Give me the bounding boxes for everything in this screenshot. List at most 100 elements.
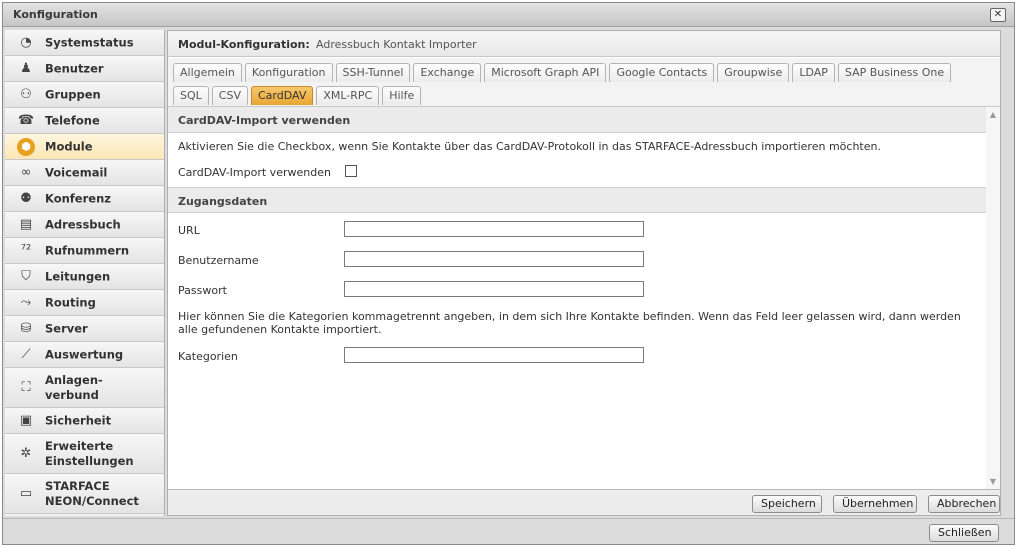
username-label: Benutzername: [178, 254, 259, 267]
save-button[interactable]: Speichern: [752, 495, 822, 513]
lines-icon: ⛉: [21, 269, 31, 284]
tab-carddav[interactable]: CardDAV: [250, 86, 314, 105]
content-scrollbar[interactable]: ▲ ▼: [986, 107, 1000, 489]
tab-row-2: SQL CSV CardDAV XML-RPC Hilfe: [173, 86, 422, 105]
url-label: URL: [178, 224, 200, 237]
chart-icon: ⟋: [21, 347, 31, 362]
sidebar-item-label: Module: [45, 139, 93, 153]
sidebar-item-voicemail[interactable]: ∞ Voicemail: [5, 160, 164, 186]
cancel-button[interactable]: Abbrechen: [928, 495, 1000, 513]
content-area: CardDAV-Import verwenden Aktivieren Sie …: [168, 106, 1000, 489]
sidebar-item-systemstatus[interactable]: ◔ Systemstatus: [5, 30, 164, 56]
network-icon: ⛶: [21, 380, 31, 395]
sidebar-item-auswertung[interactable]: ⟋ Auswertung: [5, 342, 164, 368]
sidebar-item-label: Erweiterte Einstellungen: [45, 438, 134, 468]
conference-icon: ⚉: [20, 191, 32, 206]
tab-hilfe[interactable]: Hilfe: [382, 86, 422, 105]
voicemail-icon: ∞: [20, 165, 32, 180]
phone-icon: ☎: [17, 113, 35, 128]
sidebar-item-label: Konferenz: [45, 191, 111, 205]
tab-bar: Allgemein Konfiguration SSH-Tunnel Exchange…: [168, 58, 1000, 106]
action-footer: Speichern Übernehmen Abbrechen: [168, 489, 1000, 515]
url-input[interactable]: [344, 221, 644, 237]
apply-button[interactable]: Übernehmen: [833, 495, 917, 513]
tab-csv[interactable]: CSV: [211, 86, 248, 105]
sidebar-item-label: Rufnummern: [45, 243, 130, 257]
sidebar-item-label: Adressbuch: [45, 217, 121, 231]
categories-hint-line2: alle gefundenen Kontakte importiert.: [178, 323, 382, 336]
user-icon: ♟: [20, 61, 32, 76]
module-icon: ⬢: [17, 137, 35, 156]
tab-xml-rpc[interactable]: XML-RPC: [316, 86, 380, 105]
sidebar-item-gruppen[interactable]: ⚇ Gruppen: [5, 82, 164, 108]
tab-konfiguration[interactable]: Konfiguration: [244, 63, 333, 82]
module-header-key: Modul-Konfiguration:: [178, 38, 310, 51]
tab-groupwise[interactable]: Groupwise: [717, 63, 790, 82]
main-panel: Modul-Konfiguration: Adressbuch Kontakt …: [167, 30, 1001, 516]
sidebar-item-benutzer[interactable]: ♟ Benutzer: [5, 56, 164, 82]
sidebar-item-label: STARFACE NEON/Connect: [45, 478, 139, 508]
numbers-icon: ⁷²: [20, 243, 32, 258]
password-input[interactable]: [344, 281, 644, 297]
sidebar-item-label: Routing: [45, 295, 96, 309]
sidebar-item-module[interactable]: ⬢ Module: [5, 134, 164, 160]
sidebar-item-sicherheit[interactable]: ▣ Sicherheit: [5, 408, 164, 434]
tab-sap-business-one[interactable]: SAP Business One: [837, 63, 952, 82]
sidebar-item-leitungen[interactable]: ⛉ Leitungen: [5, 264, 164, 290]
tab-ssh-tunnel[interactable]: SSH-Tunnel: [335, 63, 411, 82]
sidebar-item-anlagenverbund[interactable]: ⛶ Anlagen- verbund: [5, 368, 164, 408]
sidebar-item-label: Systemstatus: [45, 35, 134, 49]
scroll-down-icon[interactable]: ▼: [988, 477, 998, 487]
tab-exchange[interactable]: Exchange: [413, 63, 482, 82]
routing-icon: ⤳: [20, 295, 32, 310]
video-icon: ▭: [19, 486, 33, 501]
sidebar-item-label: Auswertung: [45, 347, 124, 361]
sidebar-item-label: Telefone: [45, 113, 100, 127]
server-icon: ⛁: [20, 321, 32, 336]
section-title: Zugangsdaten: [178, 195, 268, 208]
sidebar-item-label: Anlagen- verbund: [45, 372, 103, 402]
sidebar-item-telefone[interactable]: ☎ Telefone: [5, 108, 164, 134]
section-zugangsdaten: Zugangsdaten: [168, 187, 1000, 213]
tab-allgemein[interactable]: Allgemein: [173, 63, 242, 82]
sidebar-item-label: Voicemail: [45, 165, 108, 179]
username-input[interactable]: [344, 251, 644, 267]
tab-row-1: Allgemein Konfiguration SSH-Tunnel Exchange…: [173, 63, 952, 82]
group-icon: ⚇: [20, 87, 32, 102]
sidebar-item-label: Server: [45, 321, 88, 335]
sidebar-item-erweiterte[interactable]: ✲ Erweiterte Einstellungen: [5, 434, 164, 474]
carddav-checkbox-label: CardDAV-Import verwenden: [178, 166, 331, 179]
close-button[interactable]: Schließen: [929, 524, 999, 542]
gauge-icon: ◔: [20, 35, 32, 50]
sidebar-item-label: Benutzer: [45, 61, 104, 75]
section-carddav-import: CardDAV-Import verwenden: [168, 107, 1000, 133]
categories-label: Kategorien: [178, 350, 238, 363]
carddav-description: Aktivieren Sie die Checkbox, wenn Sie Ko…: [178, 140, 881, 153]
bottom-bar: Schließen: [3, 518, 1014, 544]
lock-icon: ▣: [19, 413, 33, 428]
password-label: Passwort: [178, 284, 227, 297]
section-title: CardDAV-Import verwenden: [178, 114, 351, 127]
window-title: Konfiguration: [13, 8, 98, 21]
sidebar-item-label: Gruppen: [45, 87, 101, 101]
tab-google-contacts[interactable]: Google Contacts: [609, 63, 715, 82]
sidebar-item-server[interactable]: ⛁ Server: [5, 316, 164, 342]
tab-microsoft-graph-api[interactable]: Microsoft Graph API: [484, 63, 607, 82]
sidebar-nav: ◔ Systemstatus ♟ Benutzer ⚇ Gruppen ☎ Telefone ⬢…: [5, 30, 165, 516]
categories-hint-line1: Hier können Sie die Kategorien kommagetr…: [178, 310, 961, 323]
close-icon[interactable]: ✕: [990, 8, 1006, 22]
title-bar: Konfiguration ✕: [3, 3, 1014, 27]
tab-sql[interactable]: SQL: [173, 86, 209, 105]
tab-ldap[interactable]: LDAP: [792, 63, 835, 82]
sidebar-item-konferenz[interactable]: ⚉ Konferenz: [5, 186, 164, 212]
sidebar-item-adressbuch[interactable]: ▤ Adressbuch: [5, 212, 164, 238]
sidebar-item-routing[interactable]: ⤳ Routing: [5, 290, 164, 316]
settings-icon: ✲: [20, 446, 32, 461]
scroll-up-icon[interactable]: ▲: [988, 110, 998, 120]
sidebar-item-label: Leitungen: [45, 269, 111, 283]
carddav-import-checkbox[interactable]: [345, 165, 357, 177]
sidebar-item-rufnummern[interactable]: ⁷² Rufnummern: [5, 238, 164, 264]
categories-input[interactable]: [344, 347, 644, 363]
sidebar-item-neon[interactable]: ▭ STARFACE NEON/Connect: [5, 474, 164, 514]
module-header-value: Adressbuch Kontakt Importer: [316, 38, 477, 51]
